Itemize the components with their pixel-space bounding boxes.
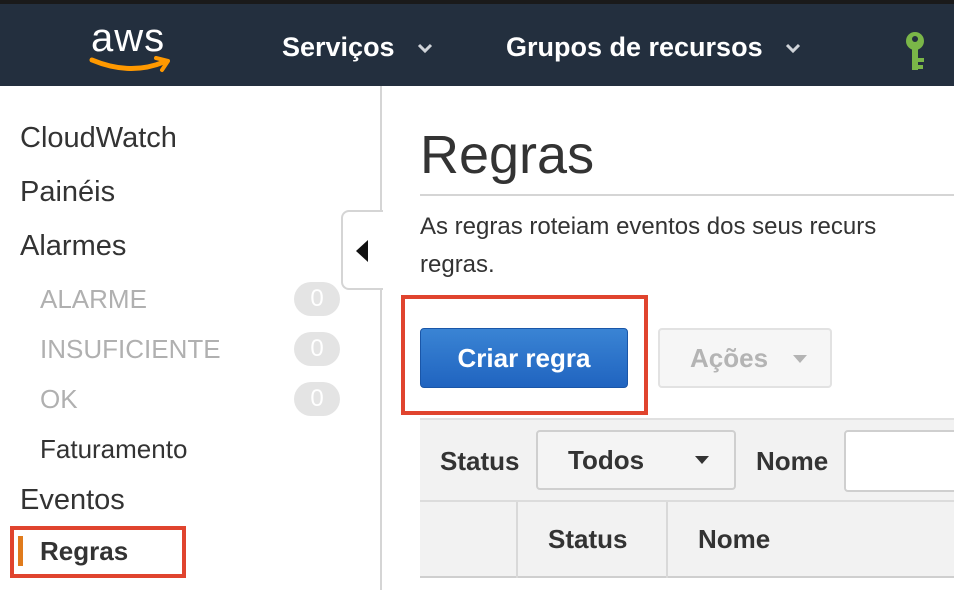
status-filter-select[interactable]: Todos [536,430,736,490]
sidebar-item-cloudwatch[interactable]: CloudWatch [20,122,177,155]
sidebar: CloudWatch Painéis Alarmes ALARME 0 INSU… [0,86,382,590]
aws-logo[interactable]: aws [88,14,178,76]
sidebar-item-events[interactable]: Eventos [20,484,125,517]
column-header-name[interactable]: Nome [698,524,770,555]
resource-groups-menu-label: Grupos de recursos [506,32,763,62]
insufficient-count-badge: 0 [294,332,340,366]
sidebar-item-ok-state[interactable]: OK [40,384,78,415]
sidebar-item-alarms[interactable]: Alarmes [20,230,126,263]
sidebar-collapse-button[interactable] [341,210,383,290]
column-header-status[interactable]: Status [548,524,627,555]
rules-table-header: Status Nome [420,500,954,578]
sidebar-item-billing[interactable]: Faturamento [40,434,187,465]
status-filter-label: Status [440,446,520,476]
aws-logo-text: aws [91,16,166,60]
page-description: As regras roteiam eventos dos seus recur… [420,208,876,284]
name-filter-label: Nome [756,446,829,476]
page-description-line-2: regras. [420,251,495,278]
highlight-box-sidebar-rules [10,526,186,578]
sidebar-item-dashboards[interactable]: Painéis [20,176,115,209]
status-filter-value: Todos [568,445,645,475]
caret-down-icon [793,355,807,363]
chevron-down-icon [785,43,800,53]
column-divider [666,502,668,578]
filter-bar: Status Todos Nome [420,418,954,500]
caret-down-icon [695,456,709,464]
alarm-count-badge: 0 [294,282,340,316]
services-menu[interactable]: Serviços [282,32,433,63]
sidebar-item-insufficient-state[interactable]: INSUFICIENTE [40,334,221,365]
services-menu-label: Serviços [282,32,395,62]
caret-left-icon [356,240,368,262]
create-rule-button[interactable]: Criar regra [420,328,628,388]
title-divider [420,194,954,196]
actions-dropdown-label: Ações [690,343,769,373]
actions-dropdown-button[interactable]: Ações [658,328,832,388]
aws-smile-icon [89,56,170,72]
page-title: Regras [420,125,595,185]
top-navigation-bar: aws Serviços Grupos de recursos [0,0,954,86]
name-filter-input[interactable] [844,430,954,492]
ok-count-badge: 0 [294,382,340,416]
chevron-down-icon [417,43,432,53]
page-description-line-1: As regras roteiam eventos dos seus recur… [420,213,877,240]
sidebar-item-alarm-state[interactable]: ALARME [40,284,147,315]
key-icon[interactable] [900,30,930,74]
column-divider [516,502,518,578]
resource-groups-menu[interactable]: Grupos de recursos [506,32,801,63]
